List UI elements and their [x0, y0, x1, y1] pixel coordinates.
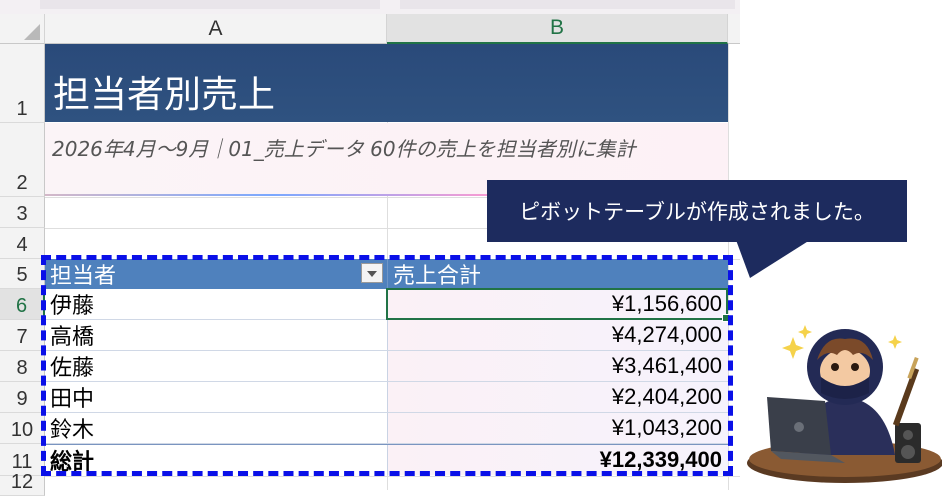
row-header-8[interactable]: 8	[0, 351, 45, 382]
pivot-row[interactable]: 田中 ¥2,404,200	[45, 382, 728, 413]
column-header-a[interactable]: A	[45, 14, 387, 44]
ribbon-edge	[0, 0, 740, 14]
callout-tail	[736, 240, 810, 278]
pivot-row-value[interactable]: ¥1,043,200	[387, 413, 728, 443]
pivot-row-name[interactable]: 田中	[45, 382, 387, 412]
pivot-total-name[interactable]: 総計	[45, 445, 387, 475]
row-header-5[interactable]: 5	[0, 259, 45, 289]
row-header-4[interactable]: 4	[0, 228, 45, 259]
row-header-2[interactable]: 2	[0, 123, 45, 197]
pivot-header-name[interactable]: 担当者	[45, 259, 387, 289]
filter-dropdown-icon[interactable]	[361, 263, 383, 283]
ninja-mascot-icon	[747, 325, 942, 483]
pivot-row-name[interactable]: 伊藤	[45, 289, 387, 319]
pivot-row-name[interactable]: 鈴木	[45, 413, 387, 443]
pivot-total-value[interactable]: ¥12,339,400	[387, 445, 728, 475]
row-header-12[interactable]: 12	[0, 471, 45, 496]
pivot-row[interactable]: 佐藤 ¥3,461,400	[45, 351, 728, 382]
row-header-10[interactable]: 10	[0, 413, 45, 444]
pivot-row-value[interactable]: ¥1,156,600	[387, 289, 728, 319]
row-header-6[interactable]: 6	[0, 289, 45, 320]
row-header-7[interactable]: 7	[0, 320, 45, 351]
report-title[interactable]: 担当者別売上	[45, 44, 728, 122]
column-header-c[interactable]	[728, 14, 740, 44]
pivot-total-row[interactable]: 総計 ¥12,339,400	[45, 444, 728, 475]
pivot-row-value[interactable]: ¥2,404,200	[387, 382, 728, 412]
pivot-row[interactable]: 鈴木 ¥1,043,200	[45, 413, 728, 444]
callout-bubble: ピボットテーブルが作成されました。	[487, 180, 907, 242]
pivot-row-value[interactable]: ¥3,461,400	[387, 351, 728, 381]
pivot-header-name-label: 担当者	[50, 264, 117, 289]
pivot-row-name[interactable]: 高橋	[45, 320, 387, 350]
row-header-3[interactable]: 3	[0, 197, 45, 228]
pivot-row[interactable]: 高橋 ¥4,274,000	[45, 320, 728, 351]
column-header-b[interactable]: B	[387, 14, 728, 44]
select-all-corner[interactable]	[0, 14, 45, 44]
row-header-9[interactable]: 9	[0, 382, 45, 413]
row-header-1[interactable]: 1	[0, 44, 45, 123]
pivot-row[interactable]: 伊藤 ¥1,156,600	[45, 289, 728, 320]
pivot-header-value[interactable]: 売上合計	[387, 259, 728, 289]
pivot-row-value[interactable]: ¥4,274,000	[387, 320, 728, 350]
pivot-row-name[interactable]: 佐藤	[45, 351, 387, 381]
